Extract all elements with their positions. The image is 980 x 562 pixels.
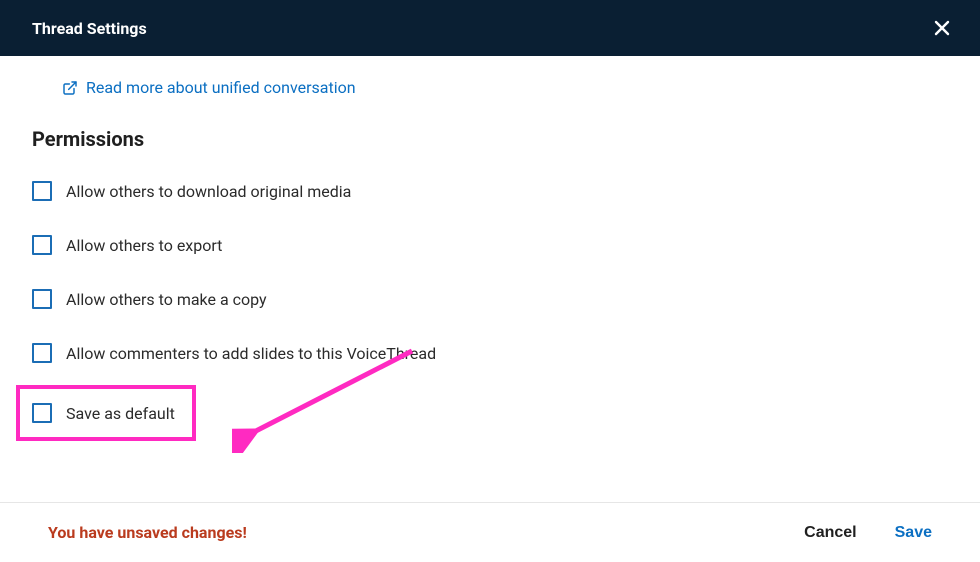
modal-header: Thread Settings — [0, 0, 980, 56]
permission-label: Allow others to make a copy — [66, 290, 267, 309]
save-button[interactable]: Save — [895, 524, 932, 542]
permission-label: Allow commenters to add slides to this V… — [66, 344, 436, 363]
external-link-icon — [62, 80, 78, 96]
unsaved-changes-text: You have unsaved changes! — [48, 523, 247, 542]
close-icon — [934, 20, 950, 36]
unified-conversation-link-row: Read more about unified conversation — [62, 78, 948, 97]
modal-footer: You have unsaved changes! Cancel Save — [0, 502, 980, 562]
permission-make-copy[interactable]: Allow others to make a copy — [32, 289, 948, 309]
unified-conversation-link[interactable]: Read more about unified conversation — [62, 78, 356, 97]
permission-download-media[interactable]: Allow others to download original media — [32, 181, 948, 201]
modal-content: Read more about unified conversation Per… — [0, 56, 980, 433]
save-as-default-checkbox[interactable]: Save as default — [32, 403, 175, 423]
checkbox-icon — [32, 235, 52, 255]
close-button[interactable] — [928, 14, 956, 42]
checkbox-icon — [32, 181, 52, 201]
cancel-button[interactable]: Cancel — [804, 524, 856, 542]
permission-label: Allow others to export — [66, 236, 222, 255]
save-default-label: Save as default — [66, 404, 175, 423]
permissions-heading: Permissions — [32, 127, 948, 151]
checkbox-icon — [32, 289, 52, 309]
permission-label: Allow others to download original media — [66, 182, 351, 201]
modal-title: Thread Settings — [32, 19, 147, 38]
permission-export[interactable]: Allow others to export — [32, 235, 948, 255]
save-default-group: Save as default — [32, 403, 175, 423]
checkbox-icon — [32, 403, 52, 423]
footer-actions: Cancel Save — [804, 524, 932, 542]
permission-add-slides[interactable]: Allow commenters to add slides to this V… — [32, 343, 948, 363]
checkbox-icon — [32, 343, 52, 363]
unified-conversation-link-label: Read more about unified conversation — [86, 78, 356, 97]
